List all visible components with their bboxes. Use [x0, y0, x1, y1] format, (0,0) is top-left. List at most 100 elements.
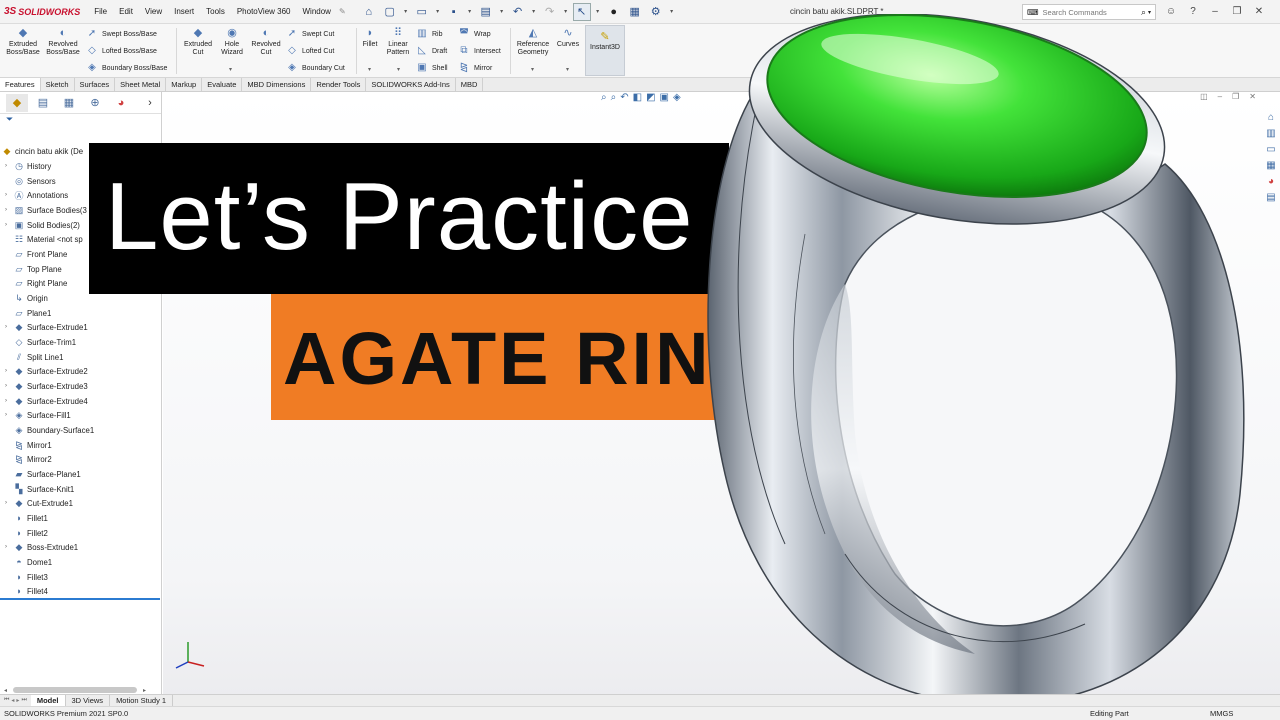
tree-item-mirror1[interactable]: ⧎ Mirror1	[0, 438, 51, 452]
scroll-right-icon[interactable]: ▸	[143, 687, 146, 694]
chevron-down-icon[interactable]: ▾	[466, 3, 474, 21]
curves-button[interactable]: ∿ Curves	[552, 26, 584, 49]
display-manager-tab-icon[interactable]: ◕	[110, 94, 132, 112]
view-orientation-icon[interactable]: ▣	[660, 92, 669, 103]
select-cursor-icon[interactable]: ↖	[572, 2, 591, 21]
tab-features[interactable]: Features	[0, 78, 41, 91]
chevron-down-icon[interactable]: ▾	[498, 3, 506, 21]
appearances-icon[interactable]: ◕	[1268, 176, 1274, 190]
chevron-down-icon[interactable]: ▾	[402, 3, 410, 21]
expand-icon[interactable]: ›	[0, 222, 12, 228]
expand-icon[interactable]: ›	[0, 383, 12, 389]
chevron-down-icon[interactable]: ▾	[229, 66, 232, 73]
tree-item-fillet1[interactable]: ◗ Fillet1	[0, 511, 48, 525]
tree-item-surface-trim1[interactable]: ◇ Surface-Trim1	[0, 335, 77, 349]
tab-sheet-metal[interactable]: Sheet Metal	[115, 78, 167, 91]
expand-icon[interactable]: ›	[0, 544, 12, 550]
rebuild-icon[interactable]: ●	[605, 3, 623, 21]
tree-item-surface-knit1[interactable]: ▚ Surface-Knit1	[0, 482, 75, 496]
tree-item-history[interactable]: › ◷ History	[0, 159, 51, 173]
custom-properties-icon[interactable]: ▤	[1266, 192, 1275, 206]
expand-icon[interactable]: ›	[0, 412, 12, 418]
mirror-button[interactable]: ⧎ Mirror	[458, 62, 492, 74]
tab-motion-study[interactable]: Motion Study 1	[110, 694, 174, 707]
redo-icon[interactable]: ↷	[541, 3, 559, 21]
solidworks-resources-icon[interactable]: ⌂	[1268, 112, 1274, 126]
tree-item-surface-extrude1[interactable]: › ◆ Surface-Extrude1	[0, 320, 88, 334]
horizontal-scrollbar[interactable]: ◂ ▸	[4, 686, 154, 694]
tree-item-annotations[interactable]: › Ⓐ Annotations	[0, 188, 68, 202]
chevron-down-icon[interactable]: ▾	[594, 3, 602, 21]
tree-root[interactable]: ◆ cincin batu akik (De	[0, 144, 84, 158]
scroll-thumb[interactable]	[13, 687, 138, 693]
draft-button[interactable]: ◺ Draft	[416, 45, 447, 57]
rollback-bar[interactable]	[0, 598, 160, 600]
print-icon[interactable]: ▤	[477, 3, 495, 21]
file-properties-icon[interactable]: ▦	[626, 3, 644, 21]
zoom-to-area-icon[interactable]: ⌕	[611, 92, 617, 103]
property-manager-tab-icon[interactable]: ▤	[32, 94, 54, 112]
tree-item-sensors[interactable]: ◎ Sensors	[0, 174, 56, 188]
lofted-cut-button[interactable]: ◇ Lofted Cut	[286, 45, 334, 57]
design-library-icon[interactable]: ▥	[1266, 128, 1275, 142]
revolved-cut-button[interactable]: ◐ Revolved Cut	[248, 26, 284, 57]
chevron-down-icon[interactable]: ▾	[530, 3, 538, 21]
tab-addins[interactable]: SOLIDWORKS Add-Ins	[366, 78, 456, 91]
tab-mbd[interactable]: MBD	[456, 78, 484, 91]
tree-item-right-plane[interactable]: ▱ Right Plane	[0, 276, 68, 290]
next-tab-icon[interactable]: ▸	[16, 697, 19, 704]
open-icon[interactable]: ▭	[413, 3, 431, 21]
chevron-down-icon[interactable]: ▾	[562, 3, 570, 21]
feature-manager-tab-icon[interactable]: ◆	[6, 93, 28, 112]
tree-item-surface-extrude3[interactable]: › ◆ Surface-Extrude3	[0, 379, 88, 393]
menu-file[interactable]: File	[88, 7, 113, 16]
rib-button[interactable]: ▥ Rib	[416, 28, 442, 40]
tab-evaluate[interactable]: Evaluate	[202, 78, 243, 91]
previous-view-icon[interactable]: ↶	[620, 92, 628, 103]
tree-item-surface-extrude2[interactable]: › ◆ Surface-Extrude2	[0, 364, 88, 378]
chevron-down-icon[interactable]: ▾	[368, 66, 371, 73]
menu-edit[interactable]: Edit	[113, 7, 139, 16]
home-icon[interactable]: ⌂	[360, 3, 378, 21]
menu-tools[interactable]: Tools	[200, 7, 231, 16]
tab-3d-views[interactable]: 3D Views	[66, 694, 111, 707]
expand-icon[interactable]: ›	[0, 500, 12, 506]
chevron-down-icon[interactable]: ▾	[668, 3, 676, 21]
expand-icon[interactable]: ›	[0, 368, 12, 374]
menu-insert[interactable]: Insert	[168, 7, 200, 16]
undo-icon[interactable]: ↶	[509, 3, 527, 21]
chevron-down-icon[interactable]: ▾	[397, 66, 400, 73]
expand-icon[interactable]: ›	[0, 207, 12, 213]
chevron-down-icon[interactable]: ▾	[434, 3, 442, 21]
intersect-button[interactable]: ⧉ Intersect	[458, 45, 500, 57]
tree-item-surface-plane1[interactable]: ▰ Surface-Plane1	[0, 467, 81, 481]
tree-item-dome1[interactable]: ◓ Dome1	[0, 555, 52, 569]
menu-photoview[interactable]: PhotoView 360	[231, 7, 297, 16]
tab-model[interactable]: Model	[30, 694, 66, 707]
hole-wizard-button[interactable]: ◉ Hole Wizard	[214, 26, 250, 57]
instant3d-button[interactable]: ✎ Instant3D	[585, 25, 625, 76]
lofted-boss-button[interactable]: ◇ Lofted Boss/Base	[86, 45, 157, 57]
extruded-boss-button[interactable]: ◆ Extruded Boss/Base	[5, 26, 41, 57]
tree-item-surface-fill1[interactable]: › ◈ Surface-Fill1	[0, 408, 71, 422]
tab-render-tools[interactable]: Render Tools	[311, 78, 367, 91]
tree-item-boss-extrude1[interactable]: › ◆ Boss-Extrude1	[0, 540, 78, 554]
view-palette-icon[interactable]: ▦	[1266, 160, 1275, 174]
tree-item-material[interactable]: ☷ Material <not sp	[0, 232, 83, 246]
tree-item-front-plane[interactable]: ▱ Front Plane	[0, 247, 68, 261]
tree-item-cut-extrude1[interactable]: › ◆ Cut-Extrude1	[0, 496, 73, 510]
shell-button[interactable]: ▣ Shell	[416, 62, 447, 74]
dynamic-annotation-icon[interactable]: ◩	[646, 92, 655, 103]
expand-icon[interactable]: ›	[0, 398, 12, 404]
tree-item-surface-extrude4[interactable]: › ◆ Surface-Extrude4	[0, 394, 88, 408]
swept-cut-button[interactable]: ➚ Swept Cut	[286, 28, 335, 40]
tree-item-fillet3[interactable]: ◗ Fillet3	[0, 570, 48, 584]
configuration-manager-tab-icon[interactable]: ▦	[58, 94, 80, 112]
tree-item-plane1[interactable]: ▱ Plane1	[0, 306, 52, 320]
file-explorer-icon[interactable]: ▭	[1266, 144, 1275, 158]
tree-item-origin[interactable]: ↳ Origin	[0, 291, 48, 305]
last-tab-icon[interactable]: ⏭	[21, 697, 26, 704]
tree-item-fillet4[interactable]: ◗ Fillet4	[0, 584, 48, 598]
tab-mbd-dimensions[interactable]: MBD Dimensions	[242, 78, 312, 91]
expand-icon[interactable]: ›	[0, 163, 12, 169]
